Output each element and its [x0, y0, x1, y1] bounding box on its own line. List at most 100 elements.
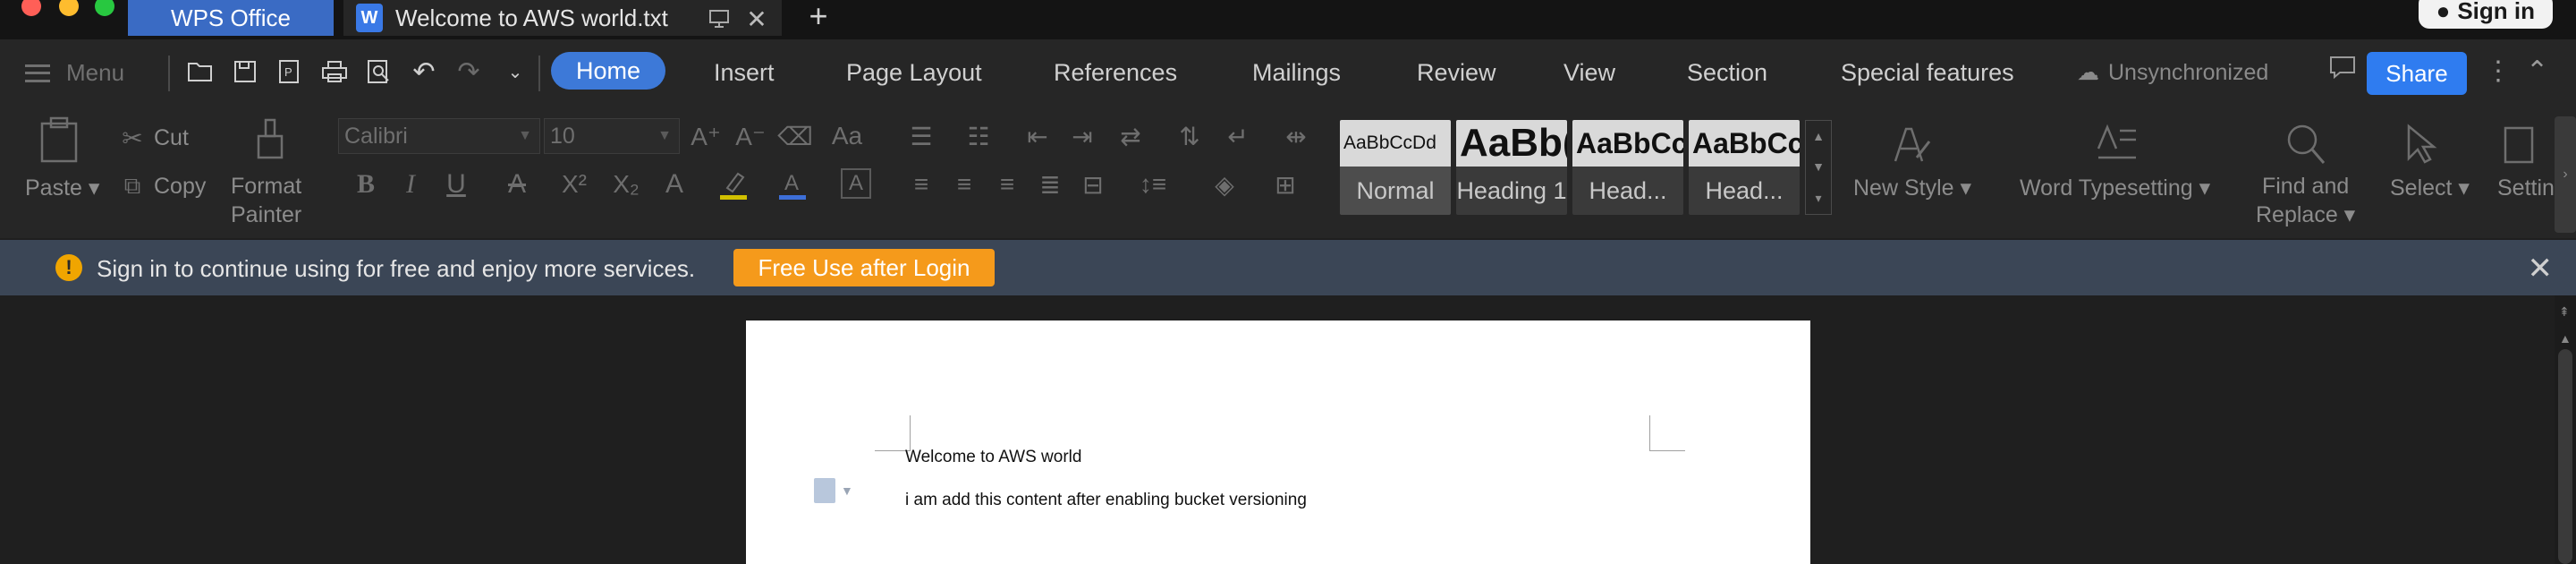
- settings-button[interactable]: Settin: [2497, 174, 2555, 202]
- word-typesetting-button[interactable]: Word Typesetting ▾: [2020, 174, 2210, 202]
- customize-toolbar-icon[interactable]: ⌄: [499, 56, 531, 88]
- tab-insert[interactable]: Insert: [714, 59, 775, 87]
- undo-icon[interactable]: ↶: [408, 56, 440, 88]
- free-use-login-button[interactable]: Free Use after Login: [733, 249, 995, 286]
- paragraph-shading-icon[interactable]: ◈: [1204, 167, 1245, 202]
- new-tab-button[interactable]: +: [801, 0, 836, 34]
- tab-document[interactable]: W Welcome to AWS world.txt ✕: [343, 0, 782, 36]
- align-center-icon[interactable]: ≡: [946, 167, 982, 202]
- text-effects-icon[interactable]: A: [657, 167, 692, 202]
- close-icon[interactable]: ✕: [2528, 251, 2554, 286]
- word-typesetting-icon[interactable]: [2093, 120, 2141, 168]
- increase-font-size-icon[interactable]: A⁺: [691, 118, 721, 154]
- distributed-icon[interactable]: ⊟: [1075, 167, 1111, 202]
- tab-section[interactable]: Section: [1687, 59, 1767, 87]
- format-painter-button[interactable]: Format Painter: [231, 172, 301, 229]
- new-style-icon[interactable]: [1887, 120, 1936, 168]
- paragraph-options[interactable]: ▼: [814, 478, 853, 503]
- copy-button[interactable]: Copy: [154, 172, 206, 201]
- collapse-ribbon-icon[interactable]: ⌃: [2526, 56, 2548, 87]
- tab-review[interactable]: Review: [1417, 59, 1496, 87]
- find-replace-button[interactable]: Find and Replace ▾: [2256, 172, 2355, 229]
- font-name-select[interactable]: Calibri ▼: [338, 118, 540, 154]
- tab-wps-office[interactable]: WPS Office: [128, 0, 334, 36]
- chevron-up-icon[interactable]: ▲: [1812, 129, 1825, 143]
- cut-button[interactable]: Cut: [154, 124, 189, 152]
- comment-icon[interactable]: [2329, 56, 2356, 86]
- style-heading-3[interactable]: AaBbCc Head...: [1689, 120, 1800, 215]
- select-button[interactable]: Select ▾: [2390, 174, 2470, 202]
- text-direction-icon[interactable]: ⇄: [1109, 118, 1152, 154]
- search-icon[interactable]: [2283, 120, 2327, 168]
- decrease-font-size-icon[interactable]: A⁻: [735, 118, 766, 154]
- clear-formatting-icon[interactable]: ⌫: [777, 118, 813, 154]
- character-shading-icon[interactable]: A: [841, 168, 871, 199]
- monitor-icon[interactable]: [705, 5, 733, 32]
- change-case-icon[interactable]: Aa: [826, 118, 868, 154]
- save-icon[interactable]: [229, 56, 261, 88]
- bullets-icon[interactable]: ☰: [903, 118, 939, 154]
- increase-indent-icon[interactable]: ⇥: [1064, 118, 1100, 154]
- chevron-down-icon[interactable]: ▼: [1812, 159, 1825, 174]
- print-icon[interactable]: [318, 56, 351, 88]
- new-style-button[interactable]: New Style ▾: [1853, 174, 1971, 202]
- open-folder-icon[interactable]: [184, 56, 216, 88]
- expand-styles-icon[interactable]: ▾: [1815, 191, 1821, 206]
- cursor-arrow-icon[interactable]: [2399, 120, 2440, 168]
- subscript-icon[interactable]: X₂: [606, 167, 646, 202]
- underline-icon[interactable]: U: [438, 167, 474, 202]
- close-tab-icon[interactable]: ✕: [742, 5, 771, 33]
- minimize-window-button[interactable]: [59, 0, 79, 16]
- document-page[interactable]: Welcome to AWS world i am add this conte…: [746, 320, 1810, 564]
- highlight-icon[interactable]: [716, 167, 751, 202]
- style-heading-2[interactable]: AaBbCc Head...: [1572, 120, 1683, 215]
- style-normal[interactable]: AaBbCcDd Normal: [1340, 120, 1451, 215]
- show-marks-icon[interactable]: ⇹: [1275, 118, 1317, 154]
- document-line[interactable]: i am add this content after enabling buc…: [905, 491, 1307, 510]
- line-break-icon[interactable]: ↵: [1216, 118, 1259, 154]
- decrease-indent-icon[interactable]: ⇤: [1020, 118, 1055, 154]
- styles-scroll[interactable]: ▲ ▼ ▾: [1805, 120, 1832, 215]
- chevron-up-icon[interactable]: ▲: [2559, 331, 2572, 346]
- export-pdf-icon[interactable]: P: [274, 56, 306, 88]
- tab-home[interactable]: Home: [551, 52, 666, 90]
- borders-icon[interactable]: ⊞: [1265, 167, 1306, 202]
- paste-icon[interactable]: [36, 116, 82, 163]
- document-line[interactable]: Welcome to AWS world: [905, 448, 1081, 467]
- bold-icon[interactable]: B: [352, 167, 379, 202]
- tab-special-features[interactable]: Special features: [1841, 59, 2014, 87]
- zoom-window-button[interactable]: [95, 0, 114, 16]
- vertical-scrollbar[interactable]: ⇞ ▲: [2555, 295, 2576, 564]
- ribbon-scroll-right[interactable]: ›: [2555, 116, 2576, 233]
- copy-icon[interactable]: ⧉: [116, 170, 148, 202]
- italic-icon[interactable]: I: [397, 167, 424, 202]
- tab-page-layout[interactable]: Page Layout: [846, 59, 982, 87]
- share-button[interactable]: Share: [2367, 52, 2467, 95]
- strikethrough-icon[interactable]: A: [499, 167, 535, 202]
- align-left-icon[interactable]: ≡: [903, 167, 939, 202]
- redo-icon[interactable]: ↷: [453, 56, 485, 88]
- sync-status[interactable]: ☁ Unsynchronized: [2077, 59, 2268, 86]
- settings-icon[interactable]: [2497, 120, 2538, 168]
- more-options-icon[interactable]: ⋮: [2485, 56, 2512, 87]
- superscript-icon[interactable]: X²: [555, 167, 594, 202]
- close-window-button[interactable]: [21, 0, 41, 16]
- tab-mailings[interactable]: Mailings: [1252, 59, 1341, 87]
- numbering-icon[interactable]: ☷: [961, 118, 996, 154]
- print-preview-icon[interactable]: [363, 56, 395, 88]
- main-menu-button[interactable]: Menu: [25, 59, 124, 87]
- tab-references[interactable]: References: [1054, 59, 1177, 87]
- sort-icon[interactable]: ⇅: [1172, 118, 1208, 154]
- justify-icon[interactable]: ≣: [1032, 167, 1068, 202]
- scissors-icon[interactable]: ✂: [116, 122, 148, 154]
- scroll-thumb[interactable]: [2558, 349, 2572, 564]
- align-right-icon[interactable]: ≡: [989, 167, 1025, 202]
- font-color-icon[interactable]: A: [775, 167, 810, 202]
- paste-button[interactable]: Paste ▾: [25, 174, 99, 202]
- tab-view[interactable]: View: [1563, 59, 1615, 87]
- format-painter-icon[interactable]: [252, 116, 288, 161]
- sign-in-button[interactable]: ● Sign in: [2418, 0, 2553, 29]
- split-icon[interactable]: ⇞: [2559, 304, 2570, 320]
- font-size-select[interactable]: 10 ▼: [544, 118, 680, 154]
- style-heading-1[interactable]: AaBb( Heading 1: [1456, 120, 1567, 215]
